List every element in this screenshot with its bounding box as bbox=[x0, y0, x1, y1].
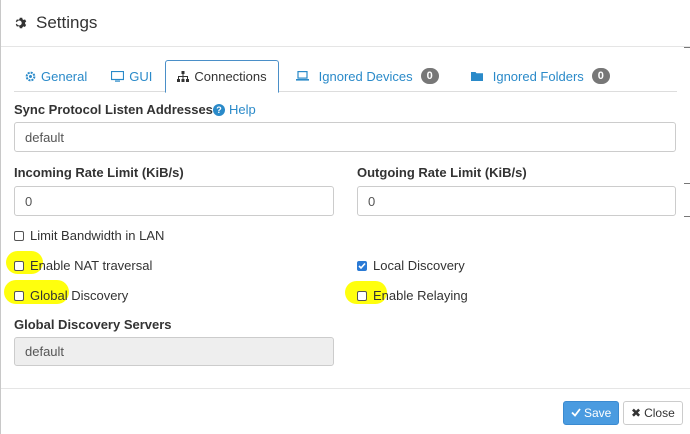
save-label: Save bbox=[584, 406, 612, 420]
ignored-folders-count-badge: 0 bbox=[591, 68, 610, 84]
listen-addresses-label: Sync Protocol Listen Addresses bbox=[14, 102, 213, 117]
tab-label: Connections bbox=[194, 69, 267, 84]
limit-lan-checkbox[interactable] bbox=[14, 230, 24, 241]
global-discovery-checkbox-row[interactable]: Global Discovery bbox=[14, 288, 128, 303]
global-discovery-servers-input[interactable] bbox=[14, 337, 334, 366]
tab-gui[interactable]: GUI bbox=[100, 60, 163, 92]
close-label: Close bbox=[644, 406, 675, 420]
nat-traversal-checkbox-row[interactable]: Enable NAT traversal bbox=[14, 258, 152, 273]
incoming-rate-label: Incoming Rate Limit (KiB/s) bbox=[14, 165, 184, 180]
tab-label: Ignored Devices bbox=[318, 68, 413, 84]
local-discovery-checkbox[interactable] bbox=[357, 260, 367, 271]
check-icon bbox=[571, 406, 581, 420]
tab-label: GUI bbox=[129, 68, 153, 84]
settings-dialog: Settings General GUI Connections Ignored… bbox=[0, 0, 690, 434]
question-icon: ? bbox=[213, 103, 225, 116]
edge-mark bbox=[684, 47, 690, 48]
dialog-title: Settings bbox=[36, 13, 98, 32]
nat-traversal-label: Enable NAT traversal bbox=[30, 258, 153, 273]
laptop-icon bbox=[295, 71, 309, 81]
limit-lan-label: Limit Bandwidth in LAN bbox=[30, 228, 165, 243]
ignored-devices-count-badge: 0 bbox=[420, 68, 439, 84]
folder-icon bbox=[470, 71, 483, 81]
settings-tabs: General GUI Connections Ignored Devices … bbox=[14, 60, 677, 93]
gear-icon bbox=[25, 71, 36, 82]
incoming-rate-input[interactable] bbox=[14, 186, 334, 216]
outgoing-rate-input[interactable] bbox=[357, 186, 676, 216]
limit-lan-checkbox-row[interactable]: Limit Bandwidth in LAN bbox=[14, 228, 164, 243]
close-button[interactable]: ✖ Close bbox=[623, 401, 683, 425]
tab-general[interactable]: General bbox=[14, 60, 98, 92]
relaying-label: Enable Relaying bbox=[373, 288, 468, 303]
relaying-checkbox-row[interactable]: Enable Relaying bbox=[357, 288, 468, 303]
global-discovery-checkbox[interactable] bbox=[14, 290, 24, 301]
help-label: Help bbox=[229, 102, 256, 117]
save-button[interactable]: Save bbox=[563, 401, 620, 425]
nat-traversal-checkbox[interactable] bbox=[14, 260, 24, 271]
tab-connections[interactable]: Connections bbox=[165, 60, 279, 93]
outgoing-rate-label: Outgoing Rate Limit (KiB/s) bbox=[357, 165, 527, 180]
local-discovery-label: Local Discovery bbox=[373, 258, 465, 273]
help-link[interactable]: ? Help bbox=[213, 102, 256, 117]
gear-icon bbox=[14, 16, 28, 30]
listen-addresses-input[interactable] bbox=[14, 122, 676, 152]
footer-divider bbox=[1, 388, 690, 389]
relaying-checkbox[interactable] bbox=[357, 290, 367, 301]
tab-label: General bbox=[41, 68, 88, 84]
local-discovery-checkbox-row[interactable]: Local Discovery bbox=[357, 258, 465, 273]
dialog-header: Settings bbox=[1, 0, 690, 47]
tab-ignored-folders[interactable]: Ignored Folders 0 bbox=[460, 60, 621, 92]
tab-ignored-devices[interactable]: Ignored Devices 0 bbox=[285, 60, 450, 92]
global-discovery-label: Global Discovery bbox=[30, 288, 129, 303]
close-icon: ✖ bbox=[631, 406, 642, 420]
tab-label: Ignored Folders bbox=[492, 68, 584, 84]
edge-mark bbox=[684, 183, 690, 184]
monitor-icon bbox=[111, 70, 125, 82]
edge-mark bbox=[684, 216, 690, 217]
sitemap-icon bbox=[177, 71, 190, 82]
global-discovery-servers-label: Global Discovery Servers bbox=[14, 317, 172, 332]
